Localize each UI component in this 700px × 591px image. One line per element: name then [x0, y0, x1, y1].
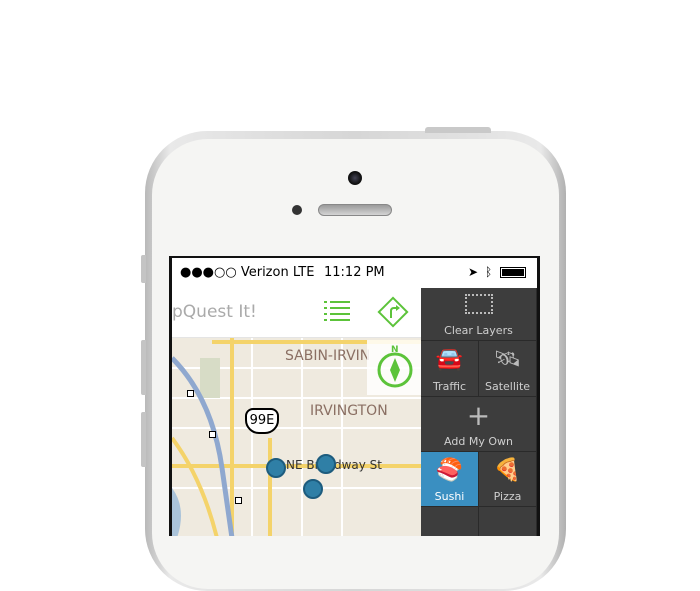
- route-node: [187, 390, 194, 397]
- highway-shield: 99E: [245, 408, 279, 434]
- clear-layers-icon: [421, 294, 536, 320]
- clock: 11:12 PM: [324, 265, 385, 280]
- sushi-pin[interactable]: [266, 458, 286, 478]
- list-icon[interactable]: [324, 299, 350, 323]
- compass-north: N: [391, 345, 399, 355]
- traffic-icon: 🚘: [435, 347, 464, 372]
- route-node: [235, 497, 242, 504]
- neighborhood-label: SABIN-IRVIN: [285, 348, 371, 364]
- camera: [348, 171, 362, 185]
- traffic-button[interactable]: 🚘 Traffic: [421, 341, 479, 397]
- layers-panel: Clear Layers 🚘 Traffic 🛰 Satellite + Add…: [421, 288, 537, 536]
- volume-up-button: [141, 340, 146, 395]
- add-my-own-button[interactable]: + Add My Own: [421, 397, 537, 452]
- speaker: [318, 204, 392, 216]
- status-bar: ●●●○○ Verizon LTE 11:12 PM ➤ ᛒ: [172, 258, 537, 288]
- sushi-icon: 🍣: [435, 458, 464, 483]
- clear-layers-button[interactable]: Clear Layers: [421, 288, 537, 341]
- power-button: [425, 127, 491, 133]
- map[interactable]: SABIN-IRVIN IRVINGTON NE Broadway St 99E…: [172, 338, 424, 536]
- sensor: [292, 205, 302, 215]
- battery-icon: [500, 267, 526, 278]
- directions-icon[interactable]: [377, 296, 409, 328]
- sushi-pin[interactable]: [316, 454, 336, 474]
- satellite-button[interactable]: 🛰 Satellite: [479, 341, 537, 397]
- sushi-pin[interactable]: [303, 479, 323, 499]
- plus-icon: +: [466, 399, 491, 432]
- pizza-button[interactable]: 🍕 Pizza: [479, 452, 537, 507]
- location-arrow-icon: ➤: [468, 265, 479, 279]
- carrier: ●●●○○ Verizon LTE: [180, 265, 315, 280]
- screen: ●●●○○ Verizon LTE 11:12 PM ➤ ᛒ pQuest It…: [169, 256, 540, 536]
- pizza-icon: 🍕: [493, 458, 522, 483]
- compass-button[interactable]: N: [367, 340, 424, 395]
- bluetooth-icon: ᛒ: [485, 265, 493, 279]
- neighborhood-label: IRVINGTON: [310, 403, 388, 419]
- satellite-icon: 🛰: [493, 347, 522, 372]
- sushi-button[interactable]: 🍣 Sushi: [421, 452, 479, 507]
- volume-down-button: [141, 412, 146, 467]
- app-title: pQuest It!: [172, 302, 257, 322]
- gas-button[interactable]: [479, 507, 537, 536]
- app-header: pQuest It!: [172, 288, 424, 338]
- restaurant-button[interactable]: [421, 507, 479, 536]
- mute-switch: [141, 255, 146, 283]
- route-node: [209, 431, 216, 438]
